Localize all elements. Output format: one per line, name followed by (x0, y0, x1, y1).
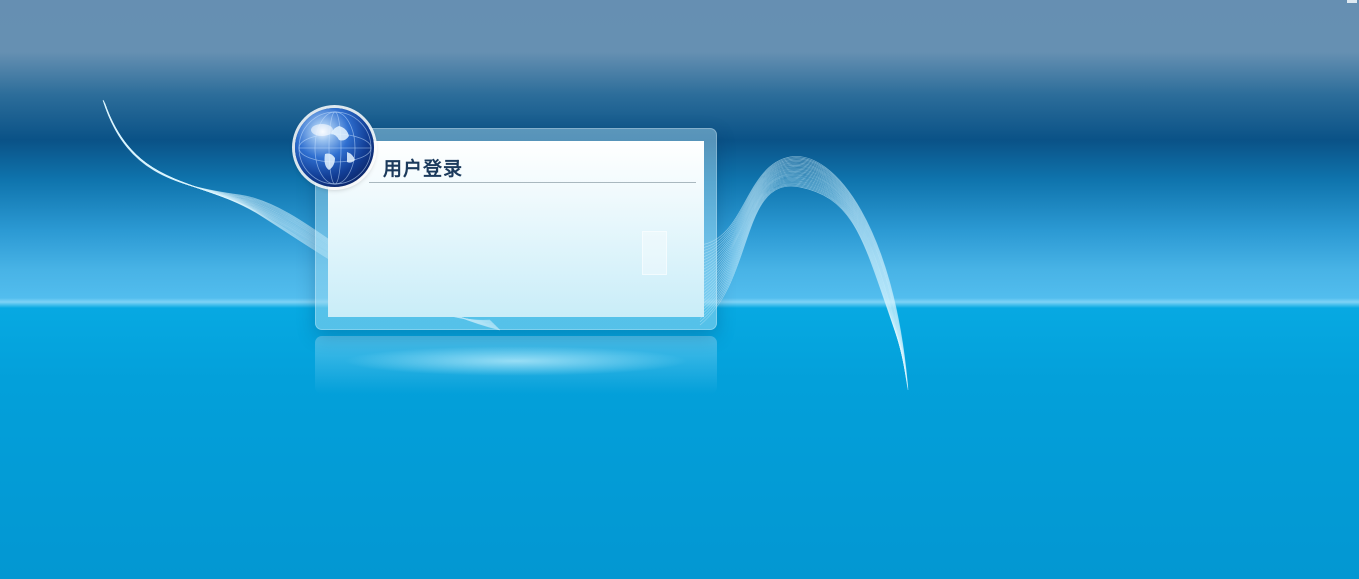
globe-icon-graphic (298, 111, 372, 185)
corner-mark (1347, 0, 1357, 3)
login-panel-reflection (315, 336, 717, 394)
login-panel-body: 用户登录 (328, 141, 704, 317)
login-panel: 用户登录 (315, 128, 717, 330)
globe-icon (295, 108, 374, 187)
login-title-row: 用户登录 (369, 149, 696, 183)
login-title: 用户登录 (383, 158, 464, 180)
login-input-area[interactable] (642, 231, 667, 275)
reflection-glow (343, 346, 689, 376)
